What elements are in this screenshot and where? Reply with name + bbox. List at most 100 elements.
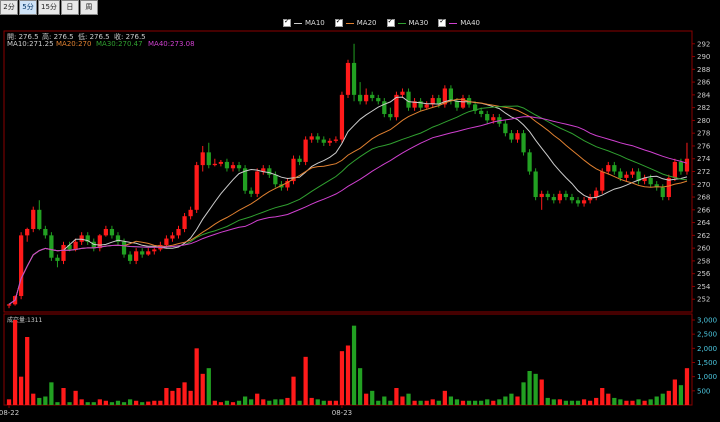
candle-body: [267, 168, 272, 175]
volume-bar: [164, 388, 169, 405]
volume-bar: [200, 373, 205, 405]
volume-bar: [339, 351, 345, 405]
x-labels: 08-22 08-23: [0, 405, 352, 417]
candle-body: [140, 251, 145, 255]
volume-bar: [636, 399, 641, 405]
volume-bar: [479, 400, 484, 405]
candle-body: [164, 238, 169, 245]
volume-bar: [545, 397, 550, 405]
volume-bar: [497, 399, 502, 405]
candles: [6, 43, 690, 309]
volume-bar: [672, 379, 677, 405]
volume-bar: [140, 402, 145, 405]
volume-bar: [382, 396, 387, 405]
candle-body: [382, 101, 387, 115]
volume-bar: [515, 396, 520, 405]
candle-body: [55, 257, 60, 261]
volume-tick-label: 1,000: [697, 373, 717, 381]
candle-body: [170, 235, 175, 239]
volume-bar: [600, 388, 605, 405]
candle-body: [333, 139, 339, 141]
volume-bar: [333, 400, 339, 405]
candle-body: [236, 165, 242, 169]
volume-ticks: 500 1,000 1,500 2,000 2,500 3,000: [692, 317, 717, 395]
volume-bar: [309, 397, 314, 405]
volume-bar: [321, 400, 326, 405]
candle-body: [545, 193, 550, 198]
candle-body: [206, 152, 211, 166]
volume-bar: [654, 396, 659, 405]
candle-body: [212, 163, 217, 166]
candle-body: [600, 171, 605, 191]
candle-body: [357, 94, 363, 102]
volume-bar: [261, 399, 266, 405]
candle-body: [194, 165, 199, 210]
candle-body: [200, 152, 205, 166]
candle-body: [563, 193, 569, 198]
price-ticks: 252 254 256 258 260 262 264 266 268 270 272 274 276 2…: [692, 40, 711, 304]
volume-bar: [400, 396, 405, 405]
volume-tick-label: 2,000: [697, 345, 717, 353]
volume-bar: [594, 397, 599, 405]
volume-bar: [127, 399, 133, 405]
candle-body: [660, 187, 665, 198]
volume-bar: [527, 371, 532, 405]
price-tick-label: 266: [697, 206, 711, 214]
volume-bar: [242, 396, 248, 405]
volume-bar: [406, 393, 411, 405]
volume-bar: [85, 402, 90, 405]
volume-bar: [376, 400, 381, 405]
ma10-value: MA10:271.25: [7, 40, 54, 48]
volume-bar: [121, 402, 127, 405]
volume-bar: [581, 399, 587, 405]
candle-body: [37, 209, 42, 229]
volume-bar: [364, 393, 369, 405]
candle-body: [73, 241, 78, 250]
candle-body: [454, 101, 460, 108]
ma40-line: [8, 116, 688, 305]
candle-body: [61, 244, 66, 261]
volume-bar: [412, 400, 417, 405]
candle-body: [6, 304, 12, 306]
volume-bar: [394, 388, 399, 405]
volume-bar: [485, 399, 490, 405]
candle-body: [79, 235, 84, 242]
candle-body: [249, 190, 254, 194]
candle-body: [533, 171, 538, 198]
candle-body: [424, 104, 429, 108]
volume-bar: [588, 400, 593, 405]
volume-bar: [230, 402, 236, 405]
volume-bar: [279, 399, 284, 405]
candle-body: [97, 235, 102, 249]
volume-bars: [6, 320, 690, 405]
candle-body: [218, 161, 224, 164]
volume-bar: [249, 399, 254, 405]
volume-bar: [12, 320, 18, 405]
candle-body: [485, 114, 490, 121]
candle-body: [31, 209, 36, 229]
price-tick-label: 282: [697, 104, 710, 112]
volume-bar: [6, 399, 12, 405]
volume-bar: [315, 399, 320, 405]
candle-body: [624, 174, 629, 178]
price-tick-label: 290: [697, 53, 710, 61]
candle-body: [618, 171, 623, 178]
price-tick-label: 276: [697, 142, 711, 150]
volume-bar: [472, 400, 478, 405]
candle-body: [134, 251, 139, 261]
candle-body: [364, 94, 369, 102]
volume-bar: [79, 399, 84, 405]
candle-body: [666, 177, 671, 198]
volume-bar: [206, 368, 211, 405]
candle-body: [152, 249, 157, 252]
candle-body: [25, 228, 30, 236]
candle-body: [182, 216, 187, 229]
volume-bar: [624, 400, 629, 405]
volume-bar: [255, 393, 260, 405]
candle-body: [479, 110, 484, 115]
stock-chart[interactable]: 開: 276.5 高: 276.5 低: 276.5 收: 276.5 MA10…: [0, 0, 720, 422]
candle-body: [594, 190, 599, 198]
volume-bar: [31, 393, 36, 405]
volume-bar: [424, 400, 429, 405]
ma20-value: MA20:270: [56, 40, 91, 48]
